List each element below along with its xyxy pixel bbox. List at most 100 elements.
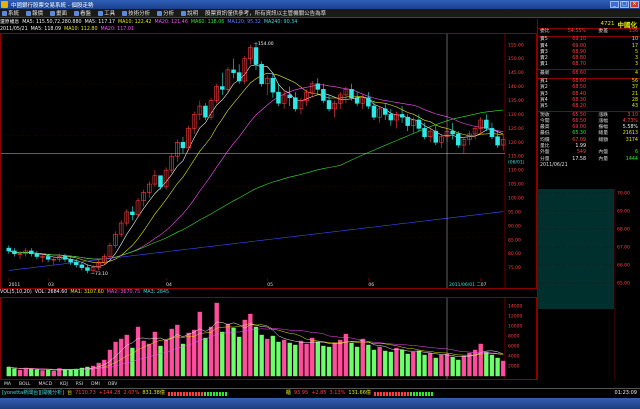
candle-body	[220, 86, 225, 90]
ma-legend-6: MA120: 95.32	[227, 20, 261, 25]
volume-bar	[461, 355, 467, 377]
candle-body	[433, 130, 439, 143]
candle-body	[180, 141, 186, 149]
stock-name: 中國化	[617, 20, 638, 29]
index-otc-pct: 3.13%	[329, 390, 346, 396]
candlestick-chart[interactable]: 155.00 150.00 145.00 140.00 135.00 130.00 125.…	[1, 34, 536, 288]
market-ticker: [yonetta新聞台][開機分析] 台 7110.73 +144.28 2.0…	[0, 389, 640, 398]
quote-label-2: 委差	[598, 29, 608, 34]
indicator-tab-kdj[interactable]: KDJ	[60, 382, 68, 387]
news-tag[interactable]: [yonetta新聞台][開機分析]	[2, 389, 64, 398]
indicator-tab-dmi[interactable]: DMI	[91, 382, 100, 387]
menu-watch[interactable]: 看盤	[74, 9, 91, 17]
candle-body	[495, 136, 500, 146]
sparkbar-segment	[176, 391, 179, 396]
quote-value-2: 43	[631, 104, 638, 110]
sparkbar-segment	[203, 391, 206, 396]
candle-body	[236, 72, 242, 82]
menu-analysis[interactable]: 分析	[157, 9, 174, 17]
ma-legend-5: MA60: 118.06	[190, 20, 225, 25]
intraday-tick-label: 70.00	[617, 191, 630, 197]
candle-body	[158, 175, 163, 188]
tools-icon	[98, 10, 104, 16]
menu-technical[interactable]: 技術分析	[122, 9, 150, 17]
sparkbar-segment	[185, 391, 188, 396]
sparkbar-segment	[382, 391, 385, 396]
menu-help[interactable]: 說明	[181, 9, 198, 17]
quote-value: 68.70	[572, 62, 586, 68]
price-tick-label: 105.00	[508, 182, 524, 188]
minimize-button[interactable]: _	[610, 1, 619, 8]
menu-quote[interactable]: 報價	[26, 9, 43, 17]
sparkbar-segment	[209, 391, 212, 396]
volume-bar	[192, 329, 197, 377]
volume-bar	[147, 343, 152, 377]
ma120-line	[8, 211, 504, 271]
sparkbar-segment	[409, 391, 412, 396]
volume-bar	[51, 370, 56, 377]
quote-label: 委比	[540, 29, 550, 34]
crosshair-date: 2011/06/01 二	[449, 282, 481, 288]
volume-chart[interactable]: 14000 12000 10000 8000 6000 4000 2000	[1, 298, 536, 379]
candle-body	[366, 97, 371, 107]
quote-value-2: 1444	[625, 156, 638, 162]
volume-chart-panel[interactable]: 14000 12000 10000 8000 6000 4000 2000	[0, 297, 537, 380]
indicator-tabs: MA BOLL MACD KDJ RSI DMI OBV	[0, 380, 537, 388]
intraday-chart[interactable]: 70.00 69.00 68.00 67.00 66.00 65.00	[538, 189, 640, 380]
window-titlebar: 中國銀行股票交易系統 - 個股走勢 _ □ ×	[0, 0, 640, 9]
menu-system[interactable]: 系統	[2, 9, 19, 17]
maximize-button[interactable]: □	[620, 1, 629, 8]
quote-row: 最新 68.60 4	[538, 71, 640, 77]
sparkbar-segment	[167, 391, 170, 396]
quote-label-2	[586, 104, 608, 110]
indicator-tab-boll[interactable]: BOLL	[19, 382, 31, 387]
volume-bar	[236, 336, 242, 377]
indicator-tab-ma[interactable]: MA	[4, 382, 11, 387]
menu-view[interactable]: 畫面	[50, 9, 67, 17]
index-otc-change: +2.85	[311, 390, 327, 396]
candle-body	[287, 94, 292, 99]
sparkbar-segment	[430, 391, 433, 396]
candle-body	[6, 247, 12, 252]
quote-row: 賣1 68.70 3	[538, 62, 640, 68]
candle-body	[293, 97, 298, 110]
volume-bar	[422, 354, 427, 377]
intraday-tick-label: 68.00	[617, 227, 630, 233]
price-tick-label: 130.00	[508, 112, 524, 118]
price-tick-label: 140.00	[508, 84, 524, 90]
volume-bar	[197, 311, 202, 377]
index-otc-value: 93.95	[293, 390, 309, 396]
indicator-tab-rsi[interactable]: RSI	[76, 382, 83, 387]
volume-bar	[265, 338, 270, 377]
ma-legend-2: MA5: 117.17	[84, 20, 115, 25]
crosshair-label: (06/01)	[508, 159, 525, 165]
sparkbar-segment	[379, 391, 382, 396]
volume-bar	[113, 341, 118, 377]
candle-body	[382, 108, 388, 115]
sparkbar-segment	[403, 391, 406, 396]
candle-body	[259, 63, 264, 85]
view-icon	[50, 10, 56, 16]
indicator-tab-macd[interactable]: MACD	[39, 382, 53, 387]
sparkbar-segment	[194, 391, 197, 396]
candle-body	[276, 91, 281, 104]
menu-tools[interactable]: 工具	[98, 9, 115, 17]
close-button[interactable]: ×	[630, 1, 639, 8]
price-chart-panel[interactable]: 155.00 150.00 145.00 140.00 135.00 130.00 125.…	[0, 33, 537, 289]
time-tick-label: 06	[368, 282, 374, 288]
price-tick-label: 110.00	[508, 168, 524, 174]
vol-legend-3: MA2: 3670.75	[106, 290, 141, 295]
volume-bar	[34, 369, 40, 377]
indicator-tab-obv[interactable]: OBV	[108, 382, 118, 387]
volume-bar	[484, 351, 489, 377]
taskbar	[0, 398, 640, 409]
candle-body	[73, 261, 79, 266]
intraday-tick-label: 67.00	[617, 245, 630, 251]
time-tick-label: 04	[166, 282, 172, 288]
intraday-mini-chart[interactable]: 70.00 69.00 68.00 67.00 66.00 65.00	[537, 189, 640, 380]
sparkbar-segment	[224, 391, 227, 396]
sparkbar-segment	[179, 391, 182, 396]
volume-bar	[310, 337, 315, 377]
sparkbar-segment	[197, 391, 200, 396]
candle-body	[45, 256, 51, 260]
